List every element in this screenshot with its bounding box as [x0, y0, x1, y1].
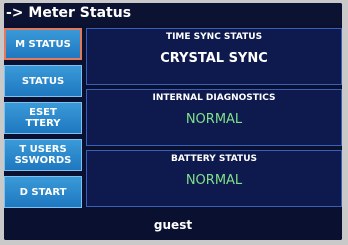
nav-button-label: SSWORDS	[14, 155, 72, 166]
nav-button-label: TTERY	[25, 118, 61, 129]
meter-screen: -> Meter Status M STATUS STATUS ESET TTE…	[4, 3, 342, 240]
battery-status-panel: BATTERY STATUS NORMAL	[86, 150, 342, 207]
nav-button-reset-battery[interactable]: ESET TTERY	[4, 102, 82, 134]
nav-button-label: D START	[19, 186, 67, 198]
nav-button-set-user-passwords[interactable]: T USERS SSWORDS	[4, 139, 82, 171]
nav-button-system-status[interactable]: M STATUS	[4, 28, 82, 60]
nav-button-cold-start[interactable]: D START	[4, 176, 82, 208]
time-sync-label: TIME SYNC STATUS	[165, 32, 263, 42]
battery-status-value: NORMAL	[185, 173, 243, 188]
page-title: -> Meter Status	[4, 3, 342, 25]
battery-status-label: BATTERY STATUS	[171, 154, 257, 164]
device-bezel: -> Meter Status M STATUS STATUS ESET TTE…	[0, 0, 348, 245]
nav-button-label: T USERS	[19, 144, 67, 155]
nav-button-status[interactable]: STATUS	[4, 65, 82, 97]
status-panels: TIME SYNC STATUS CRYSTAL SYNC INTERNAL D…	[86, 28, 342, 210]
internal-diagnostics-label: INTERNAL DIAGNOSTICS	[152, 93, 276, 103]
internal-diagnostics-panel: INTERNAL DIAGNOSTICS NORMAL	[86, 89, 342, 146]
time-sync-value: CRYSTAL SYNC	[160, 51, 268, 66]
nav-button-label: ESET	[29, 107, 57, 118]
time-sync-panel: TIME SYNC STATUS CRYSTAL SYNC	[86, 28, 342, 85]
current-user: guest	[153, 218, 193, 232]
internal-diagnostics-value: NORMAL	[185, 112, 243, 127]
nav-button-label: M STATUS	[15, 38, 71, 50]
nav-button-label: STATUS	[21, 75, 65, 87]
footer-bar: guest	[4, 212, 342, 240]
side-nav: M STATUS STATUS ESET TTERY T USERS SSWOR…	[4, 28, 82, 210]
